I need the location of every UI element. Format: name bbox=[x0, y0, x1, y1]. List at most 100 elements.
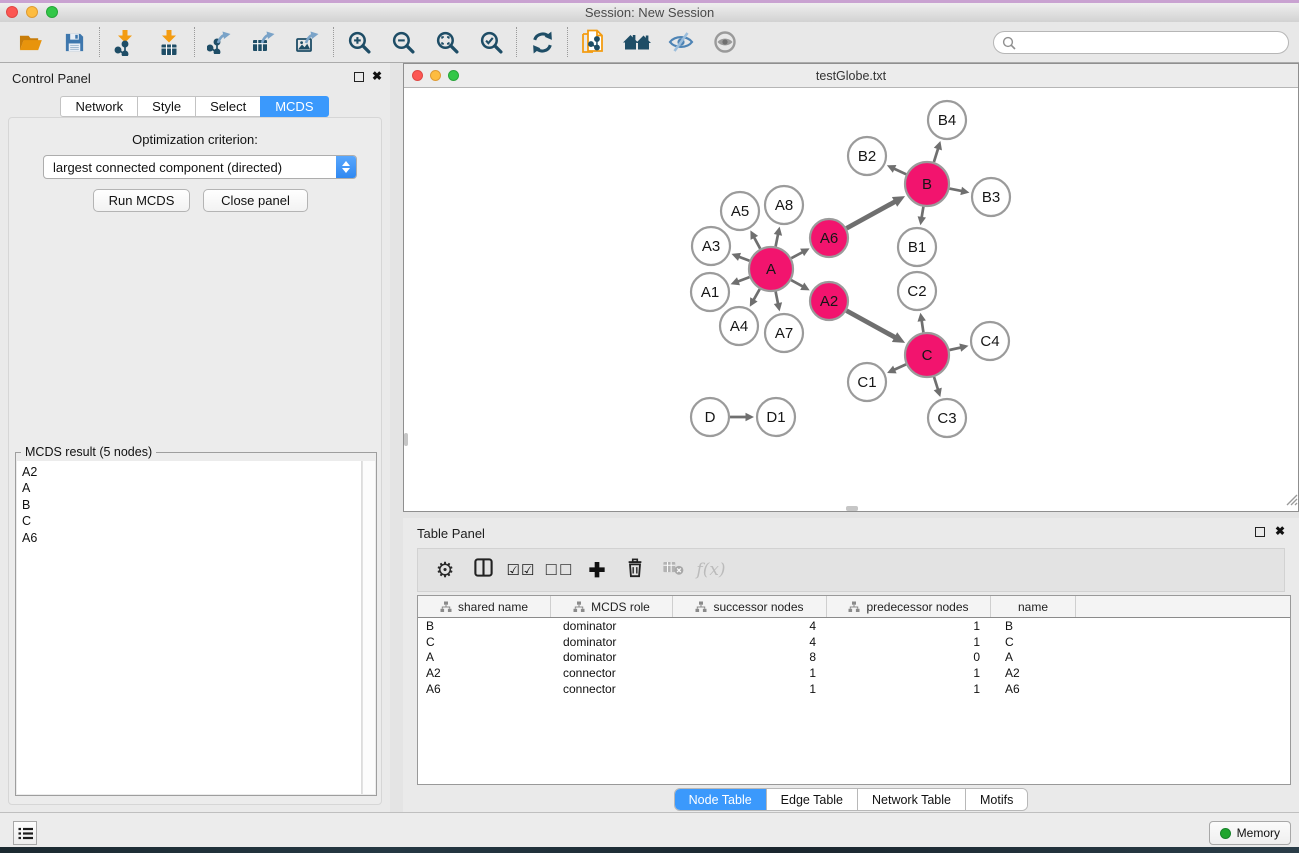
attribute-tree-icon bbox=[848, 601, 860, 613]
float-table-panel-icon[interactable] bbox=[1255, 527, 1265, 537]
tab-node-table[interactable]: Node Table bbox=[675, 789, 767, 810]
table-cell: dominator bbox=[551, 635, 673, 649]
horizontal-scroll-thumb[interactable] bbox=[846, 506, 858, 511]
graph-node-A5[interactable]: A5 bbox=[721, 192, 759, 230]
tab-mcds[interactable]: MCDS bbox=[260, 96, 328, 117]
mcds-result-item[interactable]: A bbox=[22, 480, 361, 496]
graph-node-C4[interactable]: C4 bbox=[971, 322, 1009, 360]
graph-node-A6[interactable]: A6 bbox=[810, 219, 848, 257]
graph-node-D[interactable]: D bbox=[691, 398, 729, 436]
column-header-MCDS-role[interactable]: MCDS role bbox=[551, 596, 673, 617]
graph-node-D1[interactable]: D1 bbox=[757, 398, 795, 436]
run-mcds-button[interactable]: Run MCDS bbox=[93, 189, 190, 212]
tab-network-table[interactable]: Network Table bbox=[858, 789, 966, 810]
settings-gear-button[interactable]: ⚙ bbox=[426, 552, 464, 588]
window-title: Session: New Session bbox=[0, 5, 1299, 20]
zoom-out-button[interactable] bbox=[381, 24, 425, 60]
table-row[interactable]: Bdominator41B bbox=[418, 618, 1290, 634]
import-table-button[interactable] bbox=[147, 24, 191, 60]
graph-node-B1[interactable]: B1 bbox=[898, 228, 936, 266]
tab-style[interactable]: Style bbox=[137, 96, 196, 117]
network-canvas[interactable]: B4 B2 B B3 A8A5 A6 A3 B1 A A1 C2 A2 A4A7 C4 C C1 C3 D D1 bbox=[404, 88, 1298, 511]
close-panel-button[interactable]: Close panel bbox=[203, 189, 308, 212]
svg-text:A3: A3 bbox=[702, 238, 720, 255]
zoom-in-button[interactable] bbox=[337, 24, 381, 60]
search-input[interactable] bbox=[1021, 34, 1288, 52]
mcds-result-list: A2ABCA6 bbox=[17, 461, 362, 794]
table-row[interactable]: Cdominator41C bbox=[418, 634, 1290, 650]
mcds-result-item[interactable]: B bbox=[22, 497, 361, 513]
tab-network[interactable]: Network bbox=[60, 96, 138, 117]
graph-node-A1[interactable]: A1 bbox=[691, 273, 729, 311]
graph-node-A8[interactable]: A8 bbox=[765, 186, 803, 224]
table-row[interactable]: A2connector11A2 bbox=[418, 665, 1290, 681]
vertical-scroll-thumb[interactable] bbox=[404, 433, 408, 446]
show-eye-button[interactable] bbox=[703, 24, 747, 60]
split-view-icon bbox=[473, 557, 494, 583]
graph-node-C1[interactable]: C1 bbox=[848, 363, 886, 401]
zoom-selected-button[interactable] bbox=[469, 24, 513, 60]
table-cell: dominator bbox=[551, 619, 673, 633]
task-history-button[interactable] bbox=[13, 821, 37, 845]
table-row[interactable]: Adominator80A bbox=[418, 650, 1290, 666]
close-panel-icon[interactable]: ✖ bbox=[372, 69, 382, 83]
column-header-successor-nodes[interactable]: successor nodes bbox=[673, 596, 827, 617]
graph-node-A3[interactable]: A3 bbox=[692, 227, 730, 265]
export-image-button[interactable] bbox=[286, 24, 330, 60]
column-header-shared-name[interactable]: shared name bbox=[418, 596, 551, 617]
tab-motifs[interactable]: Motifs bbox=[966, 789, 1027, 810]
mcds-result-item[interactable]: C bbox=[22, 513, 361, 529]
float-panel-icon[interactable] bbox=[354, 72, 364, 82]
graph-node-A7[interactable]: A7 bbox=[765, 314, 803, 352]
import-network-button[interactable] bbox=[103, 24, 147, 60]
graph-node-C[interactable]: C bbox=[905, 333, 949, 377]
hide-eye-icon bbox=[668, 30, 694, 54]
table-row[interactable]: A6connector11A6 bbox=[418, 681, 1290, 697]
svg-text:A6: A6 bbox=[820, 230, 838, 247]
column-header-name[interactable]: name bbox=[991, 596, 1076, 617]
graph-node-B2[interactable]: B2 bbox=[848, 137, 886, 175]
criterion-select-value: largest connected component (directed) bbox=[44, 160, 336, 175]
new-network-button[interactable] bbox=[571, 24, 615, 60]
graph-node-C3[interactable]: C3 bbox=[928, 399, 966, 437]
zoom-fit-button[interactable] bbox=[425, 24, 469, 60]
add-column-button[interactable]: ✚ bbox=[578, 552, 616, 588]
graph-node-A2[interactable]: A2 bbox=[810, 282, 848, 320]
search-box[interactable] bbox=[993, 31, 1289, 54]
table-cell: 8 bbox=[673, 650, 827, 664]
table-header-row: shared nameMCDS rolesuccessor nodesprede… bbox=[418, 596, 1290, 618]
delete-column-button[interactable] bbox=[616, 552, 654, 588]
split-view-button[interactable] bbox=[464, 552, 502, 588]
hide-eye-button[interactable] bbox=[659, 24, 703, 60]
resize-grip[interactable] bbox=[1285, 493, 1298, 511]
mcds-result-item[interactable]: A6 bbox=[22, 530, 361, 546]
memory-button[interactable]: Memory bbox=[1209, 821, 1291, 845]
tab-select[interactable]: Select bbox=[195, 96, 261, 117]
graph-edge-A6-B bbox=[847, 196, 906, 228]
criterion-select[interactable]: largest connected component (directed) bbox=[43, 155, 357, 179]
deselect-all-button[interactable]: ☐☐ bbox=[540, 552, 578, 588]
zoom-fit-icon bbox=[435, 30, 460, 55]
home-button[interactable] bbox=[615, 24, 659, 60]
refresh-view-button[interactable] bbox=[520, 24, 564, 60]
graph-node-A[interactable]: A bbox=[749, 247, 793, 291]
graph-node-B3[interactable]: B3 bbox=[972, 178, 1010, 216]
column-header-predecessor-nodes[interactable]: predecessor nodes bbox=[827, 596, 991, 617]
mcds-result-item[interactable]: A2 bbox=[22, 464, 361, 480]
result-scrollbar[interactable] bbox=[362, 461, 375, 794]
graph-node-C2[interactable]: C2 bbox=[898, 272, 936, 310]
application-window: Session: New Session Control Panel ✖ Net… bbox=[0, 0, 1299, 853]
export-table-button[interactable] bbox=[242, 24, 286, 60]
export-network-button[interactable] bbox=[198, 24, 242, 60]
graph-edge-A-A1 bbox=[731, 277, 750, 285]
graph-node-B[interactable]: B bbox=[905, 162, 949, 206]
table-cell: 4 bbox=[673, 619, 827, 633]
settings-gear-icon: ⚙ bbox=[436, 558, 455, 583]
tab-edge-table[interactable]: Edge Table bbox=[767, 789, 858, 810]
open-session-button[interactable] bbox=[8, 24, 52, 60]
graph-node-A4[interactable]: A4 bbox=[720, 307, 758, 345]
save-session-button[interactable] bbox=[52, 24, 96, 60]
close-table-panel-icon[interactable]: ✖ bbox=[1275, 524, 1285, 538]
select-all-button[interactable]: ☑☑ bbox=[502, 552, 540, 588]
graph-node-B4[interactable]: B4 bbox=[928, 101, 966, 139]
